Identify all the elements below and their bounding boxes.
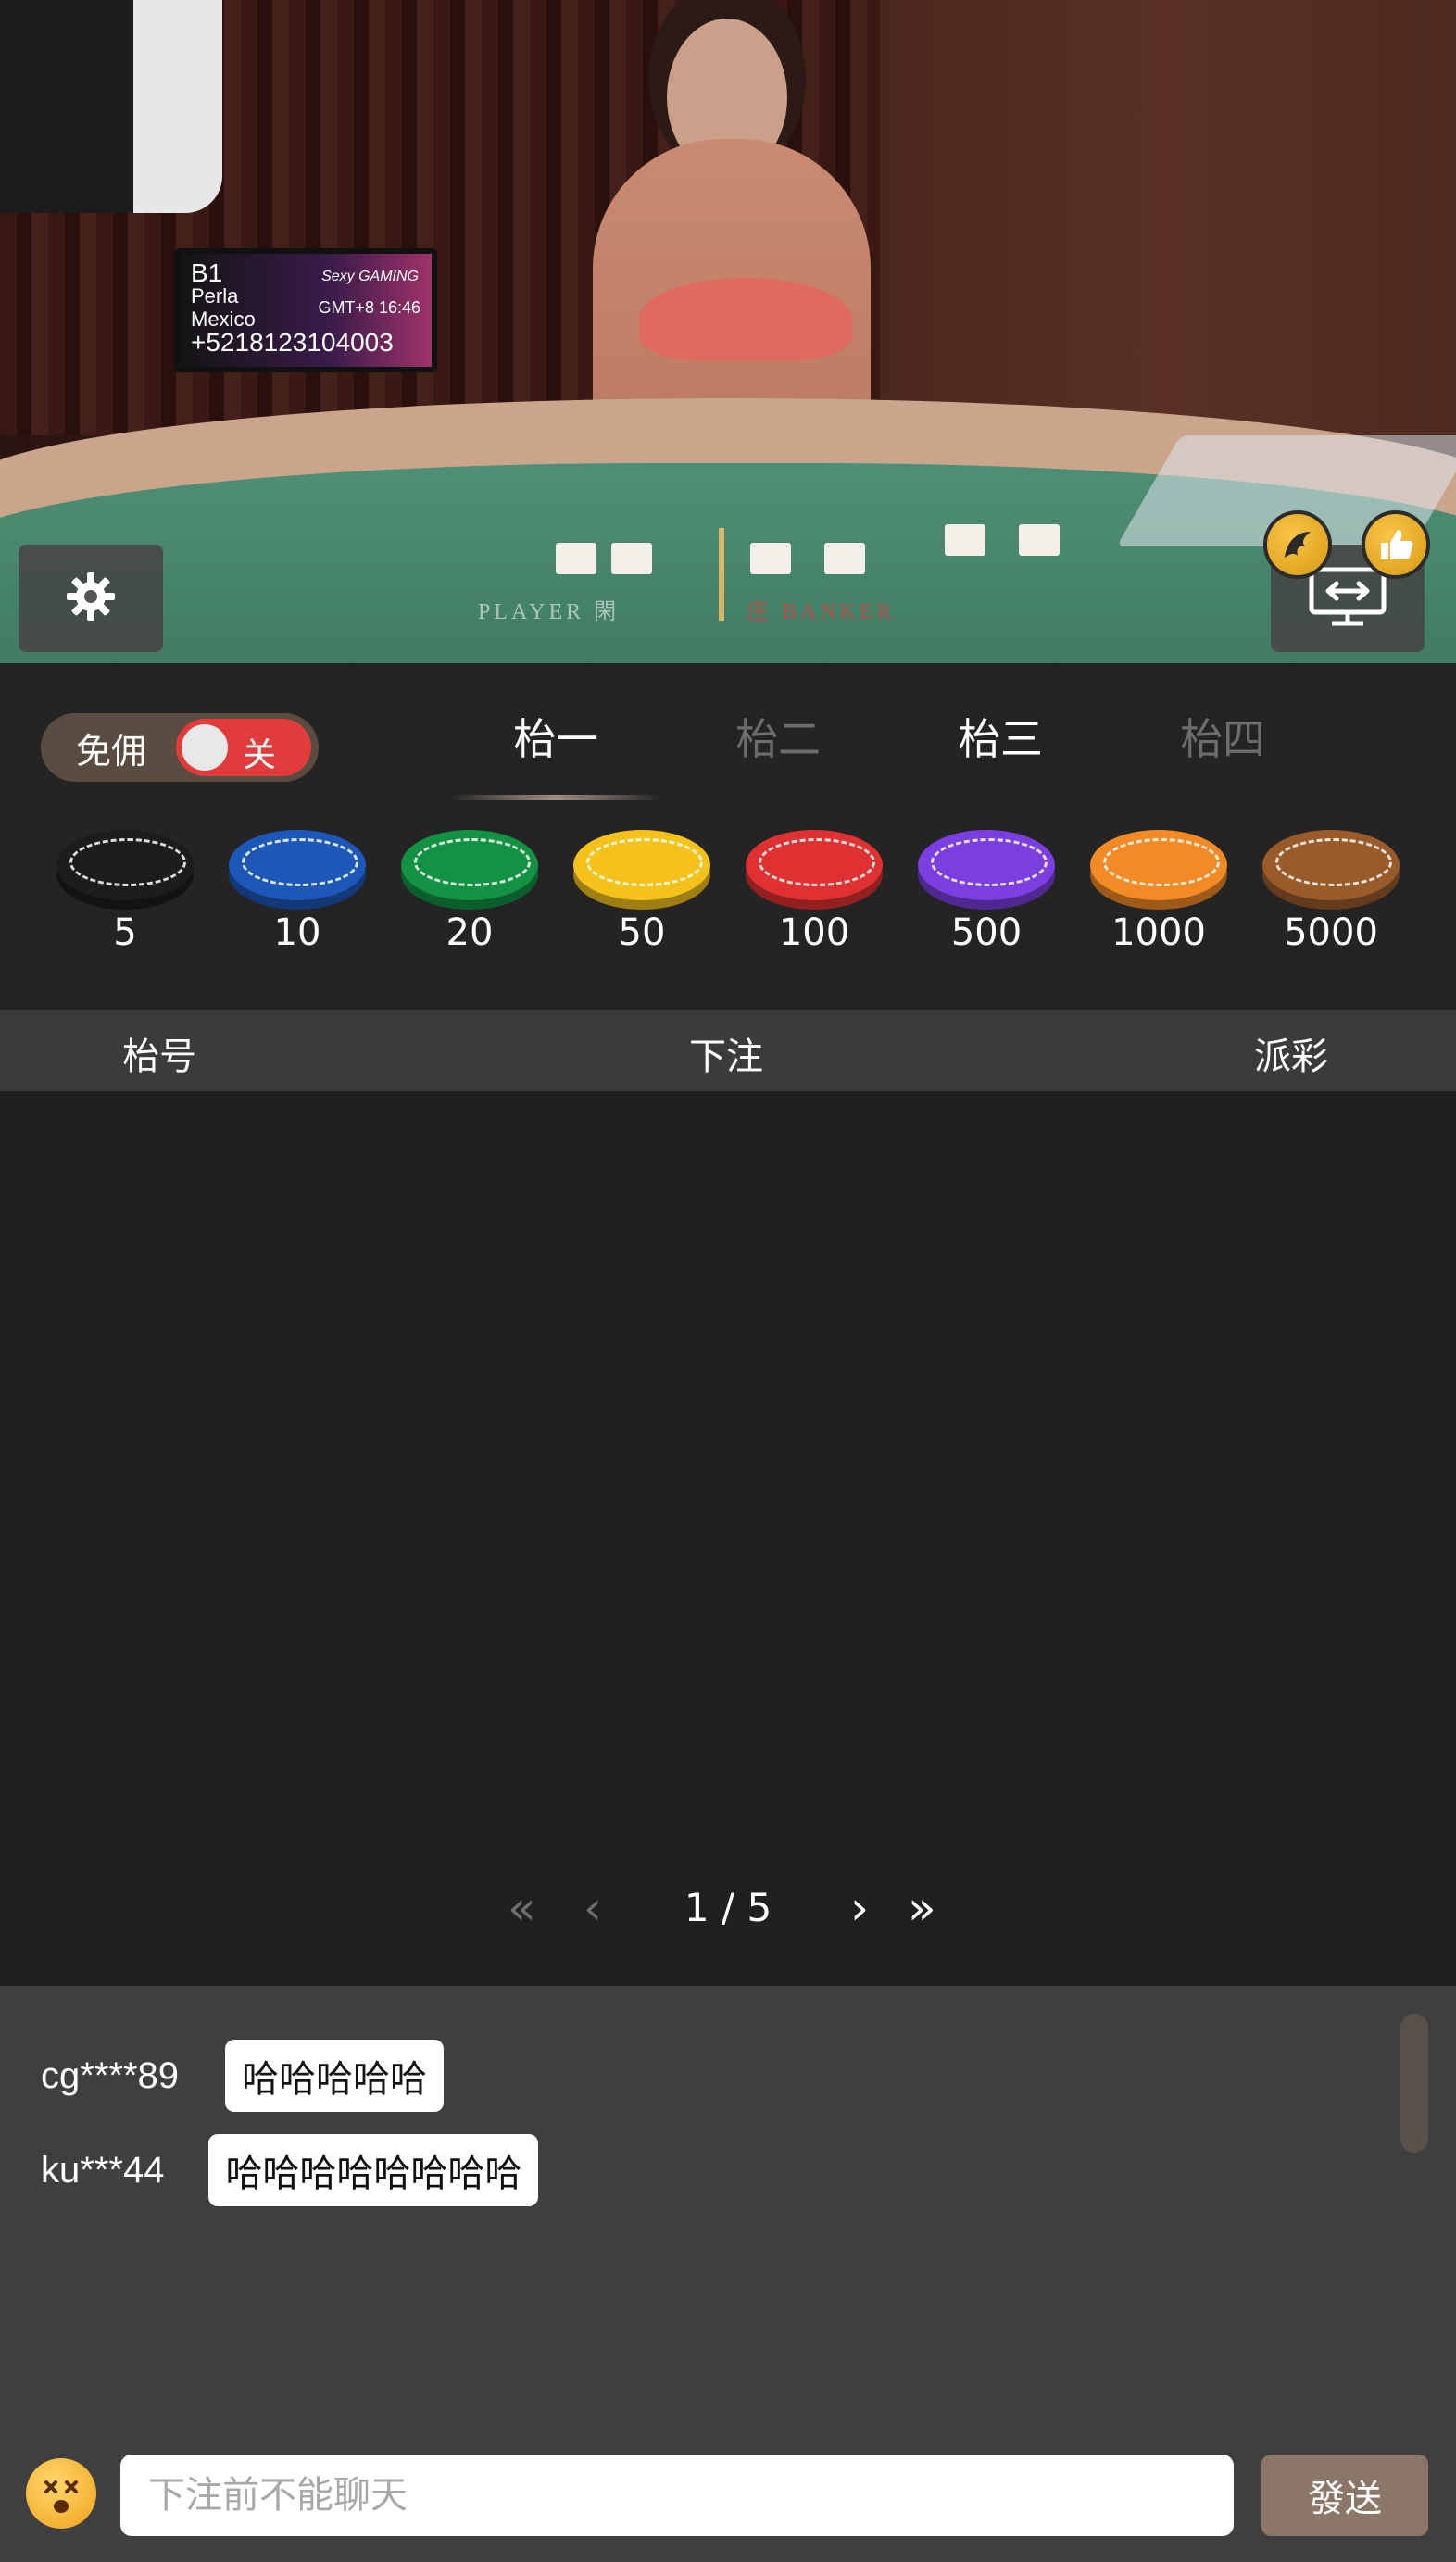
dealer-top (639, 278, 852, 361)
chat-username: cg****89 (41, 2054, 180, 2096)
next-page-button[interactable]: › (850, 1880, 869, 1936)
settings-button[interactable] (19, 545, 163, 652)
chat-panel: cg****89 哈哈哈哈哈 ku***44 哈哈哈哈哈哈哈哈 發送 (0, 1986, 1456, 2562)
croupier-figure (0, 0, 222, 213)
thumbs-up-icon[interactable] (1362, 510, 1430, 579)
toggle-knob (182, 724, 228, 771)
poker-chip-icon (229, 830, 366, 900)
screen-swap-icon (1306, 564, 1389, 633)
chip-5[interactable]: 5 (39, 830, 211, 954)
poker-chip-icon (401, 830, 538, 900)
wall-backdrop (880, 0, 1456, 435)
chip-value: 500 (950, 911, 1023, 954)
chip-value: 100 (778, 911, 850, 954)
monitor-brand-logo: Sexy GAMING (321, 269, 419, 284)
chat-scrollbar[interactable] (1400, 2014, 1428, 2153)
total-pages: 5 (747, 1885, 772, 1930)
poker-chip-icon (56, 830, 194, 900)
chip-100[interactable]: 100 (728, 830, 900, 954)
chip-value: 50 (618, 911, 666, 954)
chat-message: cg****89 哈哈哈哈哈 (41, 2040, 445, 2112)
last-page-button[interactable]: » (908, 1880, 936, 1936)
send-button[interactable]: 發送 (1261, 2455, 1428, 2536)
felt-banker-label: 庄 BANKER (747, 600, 896, 624)
chat-bubble: 哈哈哈哈哈 (225, 2040, 445, 2112)
current-page: 1 (684, 1885, 709, 1930)
betting-toolbar: 免佣 关 枱一 枱二 枱三 枱四 5 10 20 50 100 500 1000 5000 (0, 663, 1456, 1010)
poker-chip-icon (573, 830, 710, 900)
felt-player-label: PLAYER 閑 (478, 600, 621, 624)
toggle-state-label: 关 (243, 736, 277, 774)
bet-records-list: « ‹ 1 / 5 › » (0, 1091, 1456, 1986)
gear-icon (61, 567, 120, 630)
dizzy-face-emoji-icon[interactable] (26, 2458, 96, 2529)
chat-message: ku***44 哈哈哈哈哈哈哈哈 (41, 2134, 539, 2206)
player-card (556, 543, 596, 574)
chat-input[interactable] (120, 2455, 1234, 2536)
bet-records-header: 枱号 下注 派彩 (0, 1010, 1456, 1091)
prev-page-button[interactable]: ‹ (584, 1880, 602, 1936)
chip-value: 20 (446, 911, 494, 954)
pagination: « ‹ 1 / 5 › » (0, 1880, 1456, 1936)
live-video-stream: B1 Perla Mexico +5218123104003 GMT+8 16:… (0, 0, 1456, 663)
commission-free-switch[interactable]: 免佣 关 (41, 713, 319, 782)
chip-value: 10 (273, 911, 321, 954)
felt-divider (719, 528, 724, 621)
table-info-monitor: B1 Perla Mexico +5218123104003 GMT+8 16:… (174, 248, 437, 372)
banker-card (750, 543, 791, 574)
chip-1000[interactable]: 1000 (1073, 830, 1245, 954)
banker-card (824, 543, 865, 574)
player-card (611, 543, 652, 574)
chip-value: 5 (113, 911, 137, 954)
poker-chip-icon (1262, 830, 1400, 900)
header-table-no: 枱号 (122, 1036, 196, 1078)
poker-chip-icon (1090, 830, 1227, 900)
tab-table-3[interactable]: 枱三 (889, 706, 1111, 767)
chip-50[interactable]: 50 (556, 830, 728, 954)
monitor-phone: +5218123104003 (191, 328, 394, 357)
chip-value: 1000 (1111, 911, 1206, 954)
dragon-badge-icon[interactable] (1263, 510, 1332, 579)
chat-input-row: 發送 (0, 2440, 1456, 2542)
chip-value: 5000 (1284, 911, 1378, 954)
monitor-time: GMT+8 16:46 (318, 298, 420, 317)
header-payout: 派彩 (1254, 1036, 1328, 1078)
first-page-button[interactable]: « (508, 1880, 536, 1936)
chat-username: ku***44 (41, 2149, 165, 2191)
header-bet: 下注 (689, 1036, 763, 1078)
chip-selector: 5 10 20 50 100 500 1000 5000 (0, 830, 1456, 978)
extra-card (945, 524, 985, 556)
chip-10[interactable]: 10 (211, 830, 383, 954)
chat-bubble: 哈哈哈哈哈哈哈哈 (208, 2134, 539, 2206)
extra-card (1019, 524, 1060, 556)
tab-table-2[interactable]: 枱二 (667, 706, 889, 767)
commission-free-label: 免佣 (76, 730, 147, 772)
poker-chip-icon (918, 830, 1055, 900)
chip-500[interactable]: 500 (900, 830, 1073, 954)
chip-5000[interactable]: 5000 (1245, 830, 1417, 954)
poker-chip-icon (746, 830, 883, 900)
commission-toggle[interactable]: 关 (176, 719, 311, 776)
tab-table-4[interactable]: 枱四 (1111, 706, 1334, 767)
chip-20[interactable]: 20 (383, 830, 556, 954)
page-indicator: 1 / 5 (648, 1880, 808, 1936)
table-tabs: 枱一 枱二 枱三 枱四 (445, 706, 1334, 800)
page-separator: / (721, 1885, 735, 1930)
tab-table-1[interactable]: 枱一 (445, 706, 667, 800)
